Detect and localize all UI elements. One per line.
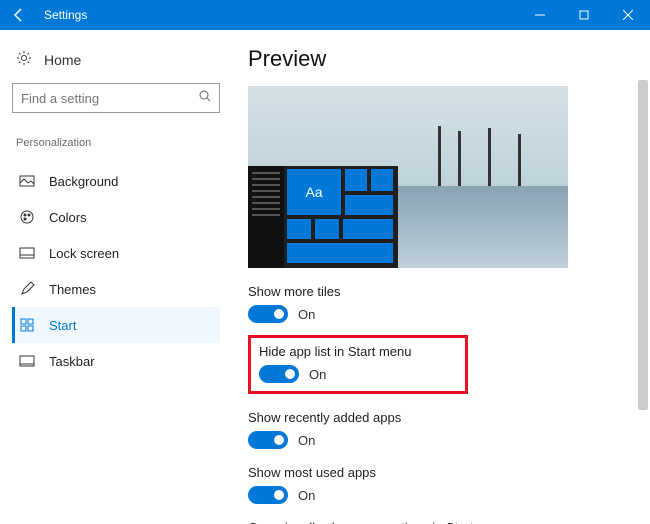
maximize-icon: [579, 10, 589, 20]
brush-icon: [19, 281, 35, 297]
search-input[interactable]: [21, 91, 199, 106]
sidebar-item-label: Themes: [49, 282, 96, 297]
sidebar-item-themes[interactable]: Themes: [12, 271, 220, 307]
sidebar: Home Personalization Background Colors L…: [0, 30, 232, 524]
search-box[interactable]: [12, 83, 220, 113]
toggle-state: On: [309, 367, 326, 382]
toggle-recently-added[interactable]: [248, 431, 288, 449]
scrollbar-thumb[interactable]: [638, 80, 648, 410]
option-recently-added: Show recently added apps On: [248, 410, 626, 449]
lockscreen-icon: [19, 245, 35, 261]
close-icon: [623, 10, 633, 20]
sidebar-item-label: Colors: [49, 210, 87, 225]
toggle-state: On: [298, 488, 315, 503]
home-nav[interactable]: Home: [12, 44, 220, 83]
taskbar-icon: [19, 353, 35, 369]
start-icon: [19, 317, 35, 333]
section-label: Personalization: [12, 137, 220, 149]
content-pane: Preview Aa Show more tiles On: [232, 30, 650, 524]
search-icon: [199, 89, 211, 107]
picture-icon: [19, 173, 35, 189]
option-show-more-tiles: Show more tiles On: [248, 284, 626, 323]
option-label: Show recently added apps: [248, 410, 626, 425]
back-button[interactable]: [0, 0, 38, 30]
minimize-icon: [535, 10, 545, 20]
preview-tile-text: Aa: [286, 168, 342, 216]
sidebar-item-label: Lock screen: [49, 246, 119, 261]
arrow-left-icon: [11, 7, 27, 23]
start-preview-image: Aa: [248, 86, 568, 268]
toggle-state: On: [298, 307, 315, 322]
maximize-button[interactable]: [562, 0, 606, 30]
option-label: Hide app list in Start menu: [259, 344, 457, 359]
sidebar-item-start[interactable]: Start: [12, 307, 220, 343]
sidebar-item-lockscreen[interactable]: Lock screen: [12, 235, 220, 271]
option-most-used: Show most used apps On: [248, 465, 626, 504]
window-controls: [518, 0, 650, 30]
gear-icon: [16, 50, 32, 69]
titlebar: Settings: [0, 0, 650, 30]
page-title: Preview: [248, 46, 626, 72]
minimize-button[interactable]: [518, 0, 562, 30]
toggle-show-more-tiles[interactable]: [248, 305, 288, 323]
close-button[interactable]: [606, 0, 650, 30]
home-label: Home: [44, 52, 81, 68]
window-title: Settings: [38, 8, 518, 22]
option-label: Show most used apps: [248, 465, 626, 480]
palette-icon: [19, 209, 35, 225]
option-label: Show more tiles: [248, 284, 626, 299]
highlighted-option: Hide app list in Start menu On: [248, 335, 468, 394]
sidebar-item-colors[interactable]: Colors: [12, 199, 220, 235]
sidebar-item-label: Background: [49, 174, 118, 189]
sidebar-item-background[interactable]: Background: [12, 163, 220, 199]
start-panel-mock: Aa: [248, 166, 398, 268]
toggle-hide-app-list[interactable]: [259, 365, 299, 383]
sidebar-item-label: Start: [49, 318, 76, 333]
toggle-state: On: [298, 433, 315, 448]
toggle-most-used[interactable]: [248, 486, 288, 504]
option-label: Occasionally show suggestions in Start: [248, 520, 626, 524]
sidebar-item-label: Taskbar: [49, 354, 95, 369]
option-suggestions: Occasionally show suggestions in Start O…: [248, 520, 626, 524]
sidebar-item-taskbar[interactable]: Taskbar: [12, 343, 220, 379]
